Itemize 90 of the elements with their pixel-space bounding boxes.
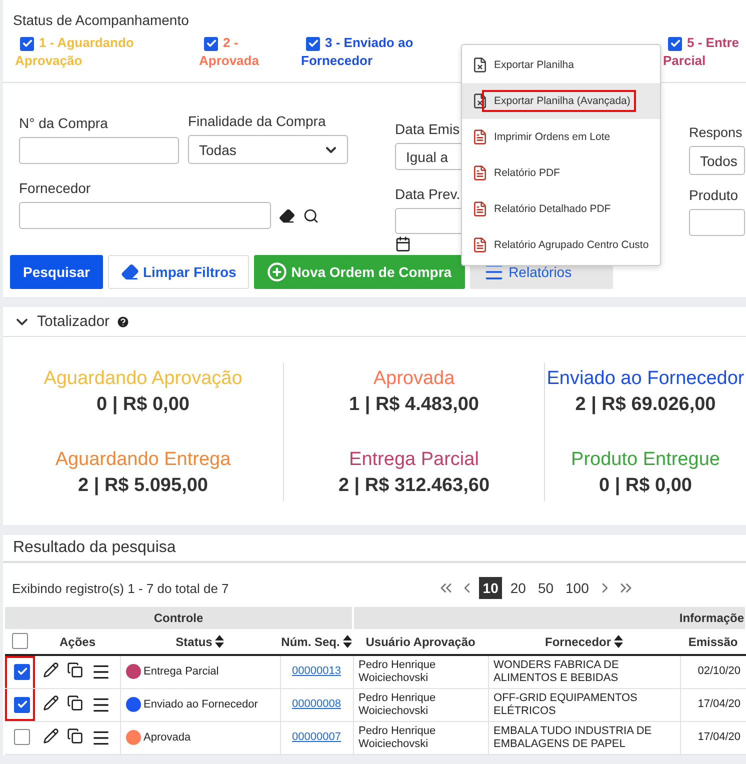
section-title: Status de Acompanhamento	[12, 11, 190, 30]
checkbox[interactable]	[306, 36, 320, 50]
input-field[interactable]	[689, 209, 745, 236]
table-cell: Enviado ao Fornecedor	[144, 698, 258, 710]
document-file-icon	[472, 201, 488, 217]
table-cell: 17/04/20	[698, 731, 741, 743]
action-button[interactable]: Pesquisar	[10, 255, 103, 289]
table-cell: Aprovada	[144, 731, 191, 744]
total-label: Entrega Parcial	[348, 448, 480, 470]
column-group-header: Controle	[5, 607, 354, 629]
document-file-icon	[472, 237, 488, 253]
table-cell: WONDERS FABRICA DE ALIMENTOS E BEBIDAS	[494, 658, 619, 684]
menu-item[interactable]: Relatório PDF	[462, 155, 660, 191]
checkbox[interactable]	[20, 36, 34, 50]
status-option[interactable]: 3 - Enviado ao Fornecedor	[301, 34, 431, 70]
document-file-icon	[472, 129, 488, 145]
page-size-option[interactable]: 20	[506, 577, 530, 599]
total-value: 2 | R$ 69.026,00	[574, 394, 717, 416]
table-cell: 17/04/20	[698, 698, 741, 710]
page-size-option[interactable]: 10	[478, 577, 502, 599]
checkbox[interactable]	[14, 664, 30, 680]
section-title: Totalizador	[37, 313, 110, 330]
select-field[interactable]: Todas	[188, 135, 348, 164]
table-cell: 02/10/20	[698, 665, 741, 678]
section-title: Resultado da pesquisa	[3, 535, 746, 563]
column-header[interactable]: Núm. Seq.	[281, 634, 340, 648]
check-icon	[670, 38, 680, 49]
total-value: 2 | R$ 5.095,00	[77, 474, 209, 496]
help-icon	[116, 314, 130, 328]
eraser-icon	[279, 208, 295, 224]
check-icon	[16, 666, 28, 678]
field-label: Data Prev.	[395, 186, 460, 202]
page-size-option[interactable]: 50	[534, 577, 558, 599]
field-label: Respons	[689, 125, 742, 140]
checkbox[interactable]	[12, 633, 28, 649]
input-field[interactable]	[19, 137, 179, 164]
total-value: 0 | R$ 0,00	[95, 394, 190, 416]
input-field[interactable]	[19, 202, 271, 229]
checkbox[interactable]	[668, 36, 682, 50]
column-header[interactable]: Status	[176, 634, 212, 648]
search-icon	[303, 208, 319, 224]
menu-item[interactable]: Exportar Planilha	[462, 47, 660, 83]
total-label: Enviado ao Fornecedor	[546, 368, 744, 390]
check-icon	[308, 38, 318, 49]
sort-icon[interactable]	[342, 634, 352, 648]
plus-icon	[267, 262, 288, 282]
calendar-icon	[395, 236, 411, 252]
total-label: Aguardando Entrega	[55, 448, 231, 470]
spreadsheet-file-icon	[472, 93, 488, 109]
document-file-icon	[472, 165, 488, 181]
field-label: N° da Compra	[19, 115, 109, 131]
column-header[interactable]: Fornecedor	[545, 634, 612, 648]
action-button[interactable]: Limpar Filtros	[108, 255, 250, 289]
eraser-icon	[120, 263, 139, 281]
table-cell: Pedro Henrique Woiciechovski	[358, 658, 436, 684]
select-field[interactable]: Todos	[689, 146, 745, 175]
status-option[interactable]: 5 - Entre Parcial	[663, 34, 746, 70]
total-value: 0 | R$ 0,00	[598, 474, 693, 496]
column-header: Ações	[59, 634, 96, 648]
check-icon	[206, 38, 216, 49]
field-label: Produto	[689, 187, 738, 203]
record-summary: Exibindo registro(s) 1 - 7 do total de 7	[12, 580, 229, 596]
page-size-option[interactable]: 100	[562, 577, 593, 599]
check-icon	[22, 38, 32, 49]
total-value: 2 | R$ 312.463,60	[338, 474, 490, 496]
sort-icon[interactable]	[614, 634, 624, 648]
checkbox[interactable]	[14, 729, 30, 745]
table-cell: Pedro Henrique Woiciechovski	[358, 724, 436, 750]
table-cell: Pedro Henrique Woiciechovski	[358, 692, 436, 716]
menu-item[interactable]: Imprimir Ordens em Lote	[462, 119, 660, 155]
field-label: Fornecedor	[19, 180, 91, 196]
column-group-header: Informaçõe	[353, 607, 746, 629]
checkbox[interactable]	[14, 696, 30, 712]
column-header: Emissão	[688, 634, 738, 648]
check-icon	[16, 699, 28, 710]
total-label: Aprovada	[372, 368, 456, 390]
field-label: Finalidade da Compra	[188, 113, 327, 129]
table-cell: EMBALA TUDO INDUSTRIA DE EMBALAGENS DE PAPEL	[494, 724, 652, 750]
checkbox[interactable]	[204, 36, 218, 50]
sort-icon[interactable]	[215, 634, 224, 648]
spreadsheet-file-icon	[472, 57, 488, 73]
column-header: Usuário Aprovação	[366, 634, 476, 648]
total-value: 1 | R$ 4.483,00	[349, 394, 479, 416]
menu-item[interactable]: Relatório Detalhado PDF	[462, 191, 660, 227]
total-label: Aguardando Aprovação	[44, 368, 242, 390]
menu-item[interactable]: Exportar Planilha (Avançada)	[462, 83, 660, 119]
table-cell: OFF-GRID EQUIPAMENTOS ELÉTRICOS	[494, 692, 638, 716]
total-label: Produto Entregue	[571, 448, 720, 470]
table-cell: Entrega Parcial	[144, 666, 219, 678]
field-label: Data Emis	[395, 121, 460, 137]
